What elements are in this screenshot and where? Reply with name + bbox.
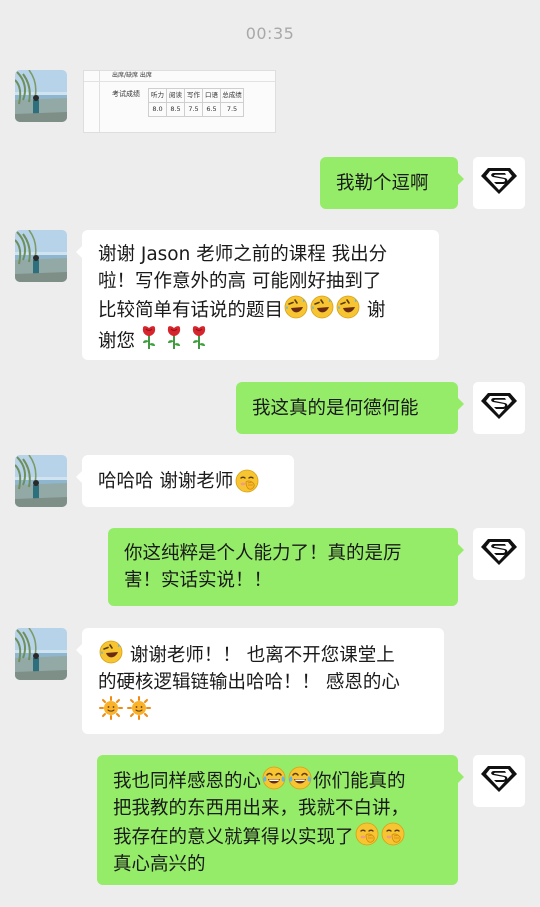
message-line: 谢您 (98, 324, 423, 355)
message-text: 我这真的是何德何能 (252, 397, 419, 419)
tears-of-joy-emoji-icon (262, 766, 286, 790)
message-line: 害！实话实说！！ (124, 570, 273, 591)
message-text: 哈哈哈 谢谢老师 (98, 470, 234, 492)
message-line: 谢谢老师！！ 也离不开您课堂上 (98, 640, 428, 669)
message-bubble-incoming[interactable]: 哈哈哈 谢谢老师 (76, 455, 294, 507)
hiding-smile-emoji-icon (355, 822, 379, 846)
header-writing: 写作 (184, 88, 203, 103)
sun-emoji-icon (99, 696, 123, 720)
message-text: 你们能真的 (313, 771, 406, 792)
message-text: 谢您 (98, 331, 136, 352)
superman-logo-icon (479, 391, 519, 425)
attendance-strip: 出席/缺席 出席 (84, 71, 275, 82)
score-header-row: 听力 阅读 写作 口语 总成绩 (148, 88, 244, 103)
message-text: 谢谢老师！！ 也离不开您课堂上 (124, 645, 395, 666)
message-text: 谢 (361, 300, 386, 321)
score-listening: 8.0 (148, 102, 167, 117)
teacher-avatar[interactable] (473, 528, 525, 580)
superman-logo-icon (479, 166, 519, 200)
message-line: 把我教的东西用出来，我就不白讲， (113, 798, 410, 819)
rofl-emoji-icon (99, 640, 123, 664)
student-avatar[interactable] (15, 628, 67, 680)
teacher-avatar[interactable] (473, 755, 525, 807)
message-line: 的硬核逻辑链输出哈哈！！ 感恩的心 (98, 672, 400, 693)
message-bubble-incoming[interactable]: 谢谢 Jason 老师之前的课程 我出分 啦！写作意外的高 可能刚好抽到了 比较… (76, 230, 439, 360)
hiding-smile-emoji-icon (235, 469, 259, 493)
message-line: 真心高兴的 (113, 854, 206, 875)
header-overall: 总成绩 (220, 88, 244, 103)
message-line: 我也同样感恩的心 你们能真的 (113, 766, 442, 795)
header-listening: 听力 (148, 88, 167, 103)
student-avatar[interactable] (15, 230, 67, 282)
rofl-emoji-icon (310, 295, 334, 319)
score-speaking: 6.5 (202, 102, 221, 117)
score-value-row: 8.0 8.5 7.5 6.5 7.5 (148, 102, 244, 117)
message-text: 我勒个逗啊 (336, 172, 429, 194)
student-avatar[interactable] (15, 455, 67, 507)
message-line: 我存在的意义就算得以实现了 (113, 822, 442, 851)
superman-logo-icon (479, 537, 519, 571)
score-reading: 8.5 (166, 102, 185, 117)
hiding-smile-emoji-icon (381, 822, 405, 846)
teacher-avatar[interactable] (473, 157, 525, 209)
message-line (98, 696, 428, 725)
message-bubble-incoming[interactable]: 谢谢老师！！ 也离不开您课堂上 的硬核逻辑链输出哈哈！！ 感恩的心 (76, 628, 444, 734)
header-reading: 阅读 (166, 88, 185, 103)
message-line: 啦！写作意外的高 可能刚好抽到了 (98, 271, 382, 292)
header-speaking: 口语 (202, 88, 221, 103)
rofl-emoji-icon (336, 295, 360, 319)
message-line: 谢谢 Jason 老师之前的课程 我出分 (98, 244, 388, 265)
message-text: 我存在的意义就算得以实现了 (113, 827, 354, 848)
message-bubble-outgoing[interactable]: 我勒个逗啊 (320, 157, 464, 209)
message-line: 你这纯粹是个人能力了！真的是厉 (124, 543, 402, 564)
message-text: 我也同样感恩的心 (113, 771, 262, 792)
timestamp: 00:35 (245, 24, 295, 43)
tears-of-joy-emoji-icon (288, 766, 312, 790)
score-overall: 7.5 (220, 102, 244, 117)
score-writing: 7.5 (184, 102, 203, 117)
attendance-text: 出席/缺席 出席 (112, 72, 152, 79)
score-table: 听力 阅读 写作 口语 总成绩 8.0 8.5 7.5 6.5 7.5 (148, 88, 244, 117)
student-avatar[interactable] (15, 70, 67, 122)
score-report-image[interactable]: 出席/缺席 出席 考试成绩 听力 阅读 写作 口语 总成绩 8.0 8.5 7.… (83, 70, 276, 133)
message-line: 比较简单有话说的题目 谢 (98, 295, 423, 324)
rose-emoji-icon (139, 324, 159, 350)
message-text: 比较简单有话说的题目 (98, 300, 284, 321)
message-bubble-outgoing[interactable]: 我也同样感恩的心 你们能真的 把我教的东西用出来，我就不白讲， 我存在的意义就算得… (97, 755, 464, 885)
message-bubble-outgoing[interactable]: 你这纯粹是个人能力了！真的是厉 害！实话实说！！ (108, 528, 464, 606)
sun-emoji-icon (127, 696, 151, 720)
rofl-emoji-icon (284, 295, 308, 319)
rose-emoji-icon (189, 324, 209, 350)
score-label: 考试成绩 (112, 90, 140, 98)
teacher-avatar[interactable] (473, 382, 525, 434)
rose-emoji-icon (164, 324, 184, 350)
superman-logo-icon (479, 764, 519, 798)
message-bubble-outgoing[interactable]: 我这真的是何德何能 (236, 382, 464, 434)
